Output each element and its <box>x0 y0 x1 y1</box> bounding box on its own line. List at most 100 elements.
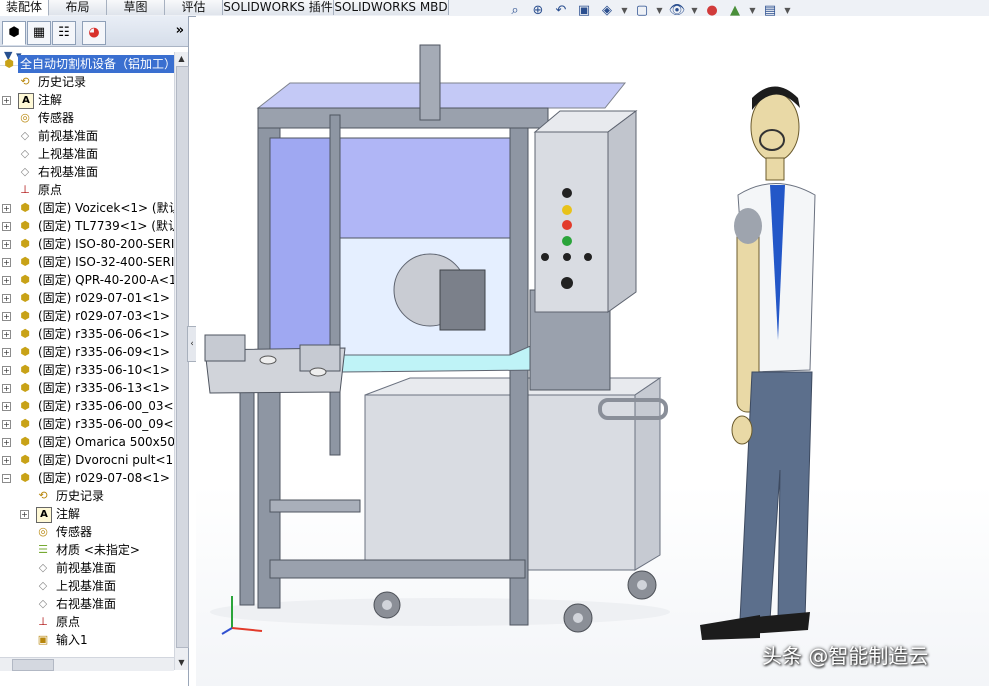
panel-tabs: ⬢ ▦ ☷ ◕ » <box>0 16 188 47</box>
tree-item-label: (固定) r335-06-13<1> ( <box>38 381 174 395</box>
tab-sketch[interactable]: 草图 <box>107 0 165 15</box>
tree-item-label: (固定) r029-07-08<1> ( <box>38 471 174 485</box>
origin-icon: ⊥ <box>38 615 48 628</box>
tree-item-label: (固定) r335-06-06<1> ( <box>38 327 174 341</box>
component-icon: ⬢ <box>20 471 30 484</box>
tree-item-label: 注解 <box>56 507 81 521</box>
tree-item[interactable]: + ⬢ (固定) r029-07-03<1> ( <box>0 307 174 325</box>
tree-item[interactable]: + ⬢ (固定) Omarica 500x500 <box>0 433 174 451</box>
expand-icon[interactable]: + <box>2 402 11 411</box>
tree-item[interactable]: ⟲ 历史记录 <box>0 73 174 91</box>
model-view <box>204 44 816 640</box>
scroll-thumb[interactable] <box>12 659 54 671</box>
tree-item[interactable]: ◇ 上视基准面 <box>0 145 174 163</box>
component-icon: ⬢ <box>20 327 30 340</box>
tree-item[interactable]: ◇ 上视基准面 <box>0 577 174 595</box>
tree-item[interactable]: ◇ 前视基准面 <box>0 127 174 145</box>
expand-icon[interactable]: + <box>2 456 11 465</box>
tree-item-label: 原点 <box>38 183 63 197</box>
expand-icon[interactable]: + <box>2 348 11 357</box>
tree-item[interactable]: + ⬢ (固定) r029-07-01<1> ( <box>0 289 174 307</box>
component-icon: ⬢ <box>20 273 30 286</box>
collapse-icon[interactable]: − <box>2 474 11 483</box>
expand-icon[interactable]: + <box>2 312 11 321</box>
tree-item[interactable]: + ⬢ (固定) r335-06-13<1> ( <box>0 379 174 397</box>
tree-item[interactable]: ▣ 输入1 <box>0 631 174 649</box>
tree-item[interactable]: ◇ 右视基准面 <box>0 595 174 613</box>
tab-layout[interactable]: 布局 <box>49 0 107 15</box>
expand-icon[interactable]: + <box>2 420 11 429</box>
expand-icon[interactable]: + <box>2 330 11 339</box>
tab-assembly[interactable]: 装配体 <box>0 0 49 16</box>
expand-icon[interactable]: + <box>2 96 11 105</box>
expand-icon[interactable]: + <box>2 276 11 285</box>
tree-item[interactable]: + ⬢ (固定) Vozicek<1> (默认 <box>0 199 174 217</box>
expand-icon[interactable]: + <box>2 222 11 231</box>
tree-item[interactable]: + ⬢ (固定) TL7739<1> (默认 <box>0 217 174 235</box>
feature-manager-tab-icon[interactable]: ⬢ <box>2 21 26 45</box>
tree-item-label: 右视基准面 <box>56 597 117 611</box>
tree-item[interactable]: + A 注解 <box>0 505 174 523</box>
tree-item[interactable]: ⊥ 原点 <box>0 613 174 631</box>
tree-item[interactable]: ◇ 右视基准面 <box>0 163 174 181</box>
tree-item-label: (固定) ISO-32-400-SERI <box>38 255 174 269</box>
expand-icon[interactable]: + <box>2 240 11 249</box>
tree-item[interactable]: + ⬢ (固定) QPR-40-200-A<1 <box>0 271 174 289</box>
chevron-right-icon[interactable]: » <box>176 23 184 38</box>
tree-item-label: 输入1 <box>56 633 88 647</box>
feature-tree: ⬢ 全自动切割机设备（铝加工） ⟲ 历史记录 + A 注解 ◎ 传感器 ◇ 前视基准面 ◇ 上视基准面 ◇… <box>0 52 174 658</box>
scroll-down-icon[interactable]: ▼ <box>175 656 188 669</box>
tree-item[interactable]: ◎ 传感器 <box>0 523 174 541</box>
tree-horizontal-scrollbar[interactable] <box>0 657 174 671</box>
tree-root-item[interactable]: ⬢ 全自动切割机设备（铝加工） <box>0 55 174 73</box>
tab-mbd[interactable]: SOLIDWORKS MBD <box>334 0 449 15</box>
tree-item[interactable]: + ⬢ (固定) Dvorocni pult<1> <box>0 451 174 469</box>
tree-vertical-scrollbar[interactable]: ▲ ▼ <box>174 52 189 670</box>
tree-item-label: 历史记录 <box>56 489 105 503</box>
tree-item[interactable]: ◇ 前视基准面 <box>0 559 174 577</box>
tree-item-label: (固定) QPR-40-200-A<1 <box>38 273 174 287</box>
tree-item[interactable]: + ⬢ (固定) r335-06-06<1> ( <box>0 325 174 343</box>
tree-item-label: (固定) Omarica 500x500 <box>38 435 174 449</box>
tree-item[interactable]: + ⬢ (固定) r335-06-00_09<1 <box>0 415 174 433</box>
plane-icon: ◇ <box>38 579 48 592</box>
tree-item-label: (固定) r335-06-09<1> ( <box>38 345 174 359</box>
tree-item-label: 全自动切割机设备（铝加工） <box>18 55 174 73</box>
tree-item-label: (固定) r335-06-00_09<1 <box>38 417 174 431</box>
scroll-up-icon[interactable]: ▲ <box>175 52 188 65</box>
watermark: 头条 @智能制造云 <box>762 644 929 668</box>
tree-item[interactable]: + ⬢ (固定) ISO-80-200-SERI <box>0 235 174 253</box>
tree-item[interactable]: + A 注解 <box>0 91 174 109</box>
tree-item-label: 上视基准面 <box>56 579 117 593</box>
tree-item-label: 前视基准面 <box>56 561 117 575</box>
tree-item[interactable]: + ⬢ (固定) r335-06-09<1> ( <box>0 343 174 361</box>
expand-icon[interactable]: + <box>2 258 11 267</box>
tree-item[interactable]: − ⬢ (固定) r029-07-08<1> ( <box>0 469 174 487</box>
tree-item-label: 历史记录 <box>38 75 87 89</box>
tab-evaluate[interactable]: 评估 <box>165 0 223 15</box>
material-icon: ☰ <box>38 543 48 556</box>
tree-item[interactable]: + ⬢ (固定) r335-06-00_03<1 <box>0 397 174 415</box>
expand-icon[interactable]: + <box>2 204 11 213</box>
tab-addins[interactable]: SOLIDWORKS 插件 <box>223 0 334 15</box>
tree-item-label: 注解 <box>38 93 63 107</box>
display-manager-tab-icon[interactable]: ◕ <box>82 21 106 45</box>
tree-item[interactable]: ⟲ 历史记录 <box>0 487 174 505</box>
expand-icon[interactable]: + <box>20 510 29 519</box>
tree-item-label: (固定) TL7739<1> (默认 <box>38 219 174 233</box>
tree-item[interactable]: + ⬢ (固定) ISO-32-400-SERI <box>0 253 174 271</box>
configuration-manager-tab-icon[interactable]: ☷ <box>52 21 76 45</box>
expand-icon[interactable]: + <box>2 366 11 375</box>
expand-icon[interactable]: + <box>2 384 11 393</box>
component-icon: ⬢ <box>20 399 30 412</box>
plane-icon: ◇ <box>38 561 48 574</box>
expand-icon[interactable]: + <box>2 294 11 303</box>
tree-item[interactable]: ⊥ 原点 <box>0 181 174 199</box>
property-manager-tab-icon[interactable]: ▦ <box>27 21 51 45</box>
graphics-area[interactable] <box>196 16 989 686</box>
expand-icon[interactable]: + <box>2 438 11 447</box>
tree-item[interactable]: + ⬢ (固定) r335-06-10<1> ( <box>0 361 174 379</box>
component-icon: ⬢ <box>20 435 30 448</box>
tree-item[interactable]: ☰ 材质 <未指定> <box>0 541 174 559</box>
tree-item[interactable]: ◎ 传感器 <box>0 109 174 127</box>
